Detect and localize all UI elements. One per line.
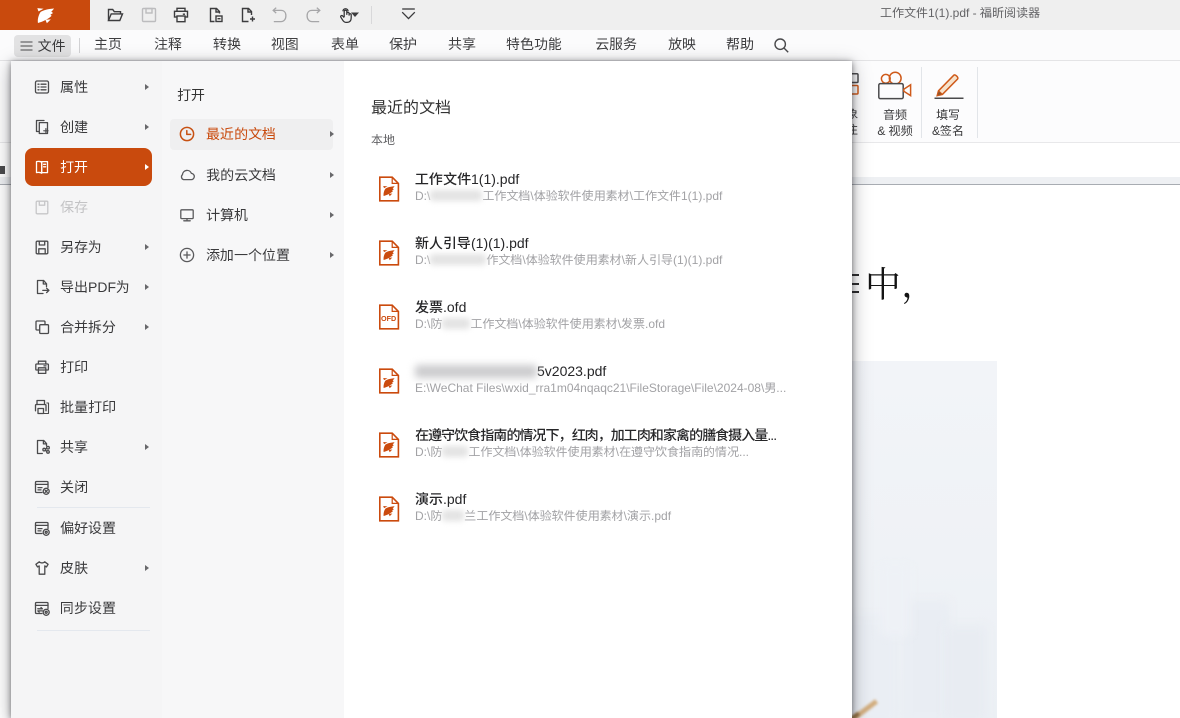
svg-text:OFD: OFD — [381, 314, 396, 323]
